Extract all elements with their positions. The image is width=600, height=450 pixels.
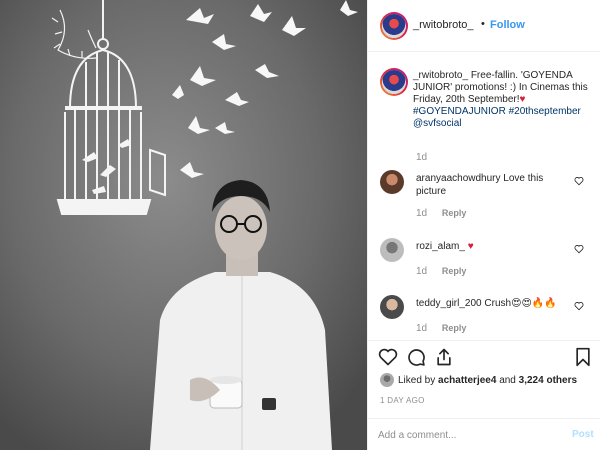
post-date[interactable]: 1 DAY AGO (380, 396, 425, 405)
post-photo[interactable] (0, 0, 367, 450)
caption-heart-emoji: ♥ (519, 94, 526, 105)
comment-timestamp[interactable]: 1d (416, 266, 427, 277)
comment-icon[interactable] (406, 347, 426, 367)
likes-text: Liked by achatterjee4 and 3,224 others (398, 375, 577, 386)
comment-meta: 1d Reply (416, 323, 466, 334)
likes-joiner: and (499, 375, 516, 386)
comment-timestamp[interactable]: 1d (416, 208, 427, 219)
comment-input[interactable] (378, 426, 558, 444)
caption-username[interactable]: _rwitobroto_ (413, 70, 468, 81)
commenter-username[interactable]: teddy_girl_200 (416, 298, 482, 309)
action-bar (368, 340, 600, 372)
post-header: _rwitobroto_ • Follow (368, 0, 600, 52)
reply-button[interactable]: Reply (442, 323, 467, 333)
caption-hashtag-goyendajunior[interactable]: #GOYENDAJUNIOR (413, 106, 506, 117)
liker-username[interactable]: achatterjee4 (438, 375, 496, 386)
heart-outline-icon[interactable] (574, 244, 584, 254)
comment-body: teddy_girl_200 Crush😍😍🔥🔥 (416, 297, 571, 310)
follow-separator: • (481, 18, 485, 30)
add-comment-bar: Post (368, 418, 600, 450)
comment-body: rozi_alam_ ♥ (416, 240, 571, 253)
post-side-panel: _rwitobroto_ • Follow _rwitobroto_ Free-… (367, 0, 600, 450)
comment-text: ♥ (467, 241, 474, 252)
heart-outline-icon[interactable] (574, 301, 584, 311)
commenter-avatar[interactable] (380, 295, 404, 319)
caption-mention[interactable]: @svfsocial (413, 118, 462, 129)
follow-button[interactable]: Follow (490, 19, 525, 31)
comment-item: aranyaachowdhury Love this picture 1d Re… (368, 170, 600, 225)
likes-others-link[interactable]: 3,224 others (519, 375, 577, 386)
share-icon[interactable] (434, 347, 454, 367)
photo-illustration (0, 0, 367, 450)
liker-avatar[interactable] (380, 373, 394, 387)
comment-meta: 1d Reply (416, 266, 466, 277)
comment-timestamp[interactable]: 1d (416, 323, 427, 334)
comment-text: Crush😍😍🔥🔥 (484, 298, 557, 309)
comment-item: rozi_alam_ ♥ 1d Reply (368, 238, 600, 293)
heart-icon[interactable] (378, 347, 398, 367)
post-caption: _rwitobroto_ Free-fallin. 'GOYENDA JUNIO… (413, 70, 593, 130)
bookmark-icon[interactable] (573, 347, 593, 367)
commenter-avatar[interactable] (380, 238, 404, 262)
heart-outline-icon[interactable] (574, 176, 584, 186)
likes-prefix: Liked by (398, 375, 436, 386)
author-avatar[interactable] (380, 12, 408, 40)
commenter-avatar[interactable] (380, 170, 404, 194)
commenter-username[interactable]: aranyaachowdhury (416, 173, 501, 184)
commenter-username[interactable]: rozi_alam_ (416, 241, 465, 252)
caption-hashtag-20thseptember[interactable]: #20thseptember (509, 106, 581, 117)
reply-button[interactable]: Reply (442, 266, 467, 276)
comment-meta: 1d Reply (416, 208, 466, 219)
caption-timestamp[interactable]: 1d (416, 152, 427, 163)
caption-avatar[interactable] (380, 68, 408, 96)
reply-button[interactable]: Reply (442, 208, 467, 218)
author-username[interactable]: _rwitobroto_ (413, 19, 474, 31)
comment-body: aranyaachowdhury Love this picture (416, 172, 571, 198)
post-comment-button[interactable]: Post (572, 429, 594, 440)
